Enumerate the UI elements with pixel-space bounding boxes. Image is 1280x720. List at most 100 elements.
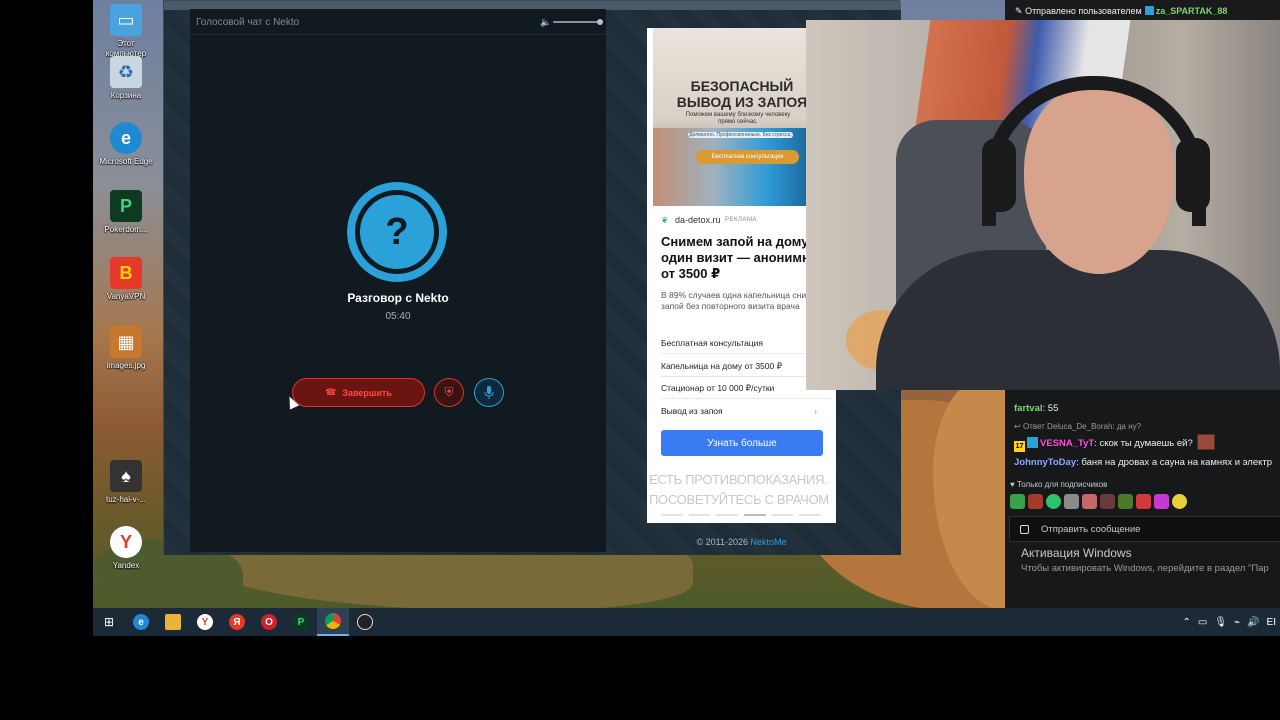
chat-message-input[interactable]: Отправить сообщение (1009, 516, 1280, 542)
chat-username[interactable]: fartval (1014, 403, 1043, 414)
emote-icon[interactable] (1064, 494, 1079, 509)
taskbar-pokerdom[interactable]: P (285, 608, 317, 636)
ad-link-withdrawal[interactable]: Вывод из запоя › (661, 400, 831, 422)
wifi-icon[interactable]: ⌁ (1234, 617, 1240, 628)
chat-username[interactable]: JohnnyToDay (1014, 457, 1076, 468)
emote-icon[interactable] (1028, 494, 1043, 509)
chat-settings-icon[interactable] (1020, 524, 1029, 534)
taskbar-yandex-browser[interactable]: Я (221, 608, 253, 636)
volume-icon[interactable]: 🔈 (540, 17, 551, 28)
chevron-up-icon[interactable]: ⌃ (1183, 617, 1191, 628)
taskbar-chrome[interactable] (317, 608, 349, 636)
chat-text: скок ты думаешь ей? (1099, 438, 1193, 449)
emote-icon[interactable] (1118, 494, 1133, 509)
windows-taskbar: ⊞ e Y Я O P ⌃ ▭ 🎙 ⌁ 🔊 EI (93, 608, 1280, 636)
copyright-text: © 2011-2026 (696, 537, 748, 547)
taskbar-yandex[interactable]: Y (189, 608, 221, 636)
ad-photo (653, 128, 806, 206)
windows-activation-subtitle: Чтобы активировать Windows, перейдите в … (1021, 563, 1269, 574)
learn-more-button[interactable]: Узнать больше (661, 430, 823, 456)
opera-icon: O (261, 614, 277, 630)
language-indicator[interactable]: EI (1267, 617, 1276, 628)
unknown-user-avatar: ? (347, 182, 447, 282)
chevron-right-icon: › (814, 406, 817, 416)
call-header: Голосовой чат с Nekto 🔈 (190, 9, 606, 35)
report-button[interactable]: ⛨ (434, 378, 464, 407)
volume-slider-track[interactable] (553, 21, 601, 23)
desktop-icon-pokerdom[interactable]: P Pokerdom... (97, 190, 155, 235)
microphone-button[interactable] (474, 378, 504, 407)
taskbar-explorer[interactable] (157, 608, 189, 636)
ad-label: РЕКЛАМА (725, 217, 757, 223)
emote-icon[interactable] (1082, 494, 1097, 509)
desktop-icon-tuz-hai[interactable]: ♠ tuz-hai-v-... (97, 460, 155, 505)
sent-by-username[interactable]: za_SPARTAK_88 (1156, 6, 1228, 16)
yandex-icon: Y (197, 614, 213, 630)
emote-icon[interactable] (1010, 494, 1025, 509)
end-call-button[interactable]: ☎ Завершить (292, 378, 425, 407)
desktop-icon-label: Корзина (110, 91, 142, 100)
carousel-dot[interactable] (771, 514, 794, 516)
desktop-icon-label: Microsoft Edge (99, 157, 153, 166)
chat-message: fartval: 55 (1014, 403, 1059, 414)
network-icon[interactable]: ▭ (1198, 617, 1207, 628)
carousel-dot[interactable] (688, 514, 711, 516)
heart-icon: ♥ (1010, 480, 1015, 489)
carousel-dot[interactable] (716, 514, 739, 516)
desktop-icons: ▭ Этот компьютер ♻ Корзина e Microsoft E… (93, 0, 163, 608)
chat-username[interactable]: VESNA_TyT (1040, 438, 1094, 449)
desktop-icon-label: VanyaVPN (106, 292, 146, 301)
taskbar-edge[interactable]: e (125, 608, 157, 636)
sent-by-prefix: Отправлено пользователем (1025, 6, 1142, 16)
emote-icon[interactable] (1136, 494, 1151, 509)
pokerdom-icon: P (110, 190, 142, 222)
sub-badge-icon: 17 (1014, 441, 1025, 452)
warning-line: ЕСТЬ ПРОТИВОПОКАЗАНИЯ. (649, 472, 828, 487)
volume-icon[interactable]: 🔊 (1247, 617, 1259, 628)
carousel-dot-active[interactable] (744, 514, 766, 516)
start-button[interactable]: ⊞ (93, 608, 125, 636)
desktop-icon-edge[interactable]: e Microsoft Edge (97, 122, 155, 167)
desktop-icon-images-jpg[interactable]: ▦ images.jpg (97, 326, 155, 371)
desktop-icon-vanyavpn[interactable]: B VanyaVPN (97, 257, 155, 302)
reply-text: Ответ Deluca_De_Borah: да ну? (1022, 422, 1142, 431)
headset-earcup (1176, 138, 1210, 212)
microphone-icon (484, 386, 494, 399)
chat-message: JohnnyToDay: баня на дровах а сауна на к… (1014, 457, 1273, 468)
pokerdom-icon: P (293, 614, 309, 630)
warning-line: ПОСОВЕТУЙТЕСЬ С ВРАЧОМ (649, 492, 829, 507)
taskbar-opera[interactable]: O (253, 608, 285, 636)
headset-earcup (982, 138, 1016, 212)
microphone-icon[interactable]: 🎙 (1214, 617, 1227, 628)
volume-slider-handle[interactable] (597, 19, 603, 25)
emote-row (1010, 494, 1187, 509)
call-title: Голосовой чат с Nekto (196, 17, 300, 28)
webcam-feed (806, 20, 1280, 390)
carousel-dot[interactable] (799, 514, 822, 516)
ad-banner-button[interactable]: Бесплатная консультация (696, 150, 799, 164)
leaf-icon: ❦ (661, 215, 669, 225)
emote-icon[interactable] (1046, 494, 1061, 509)
carousel-dot[interactable] (661, 514, 683, 516)
ad-domain[interactable]: da-detox.ru (675, 215, 721, 225)
hang-up-icon: ☎ (325, 387, 337, 397)
nektome-link[interactable]: NektoMe (751, 537, 787, 547)
system-tray: ⌃ ▭ 🎙 ⌁ 🔊 EI (1183, 608, 1280, 636)
desktop-icon-recycle-bin[interactable]: ♻ Корзина (97, 56, 155, 101)
playing-cards-icon: ♠ (110, 460, 142, 492)
ad-banner-image[interactable]: БЕЗОПАСНЫЙ ВЫВОД ИЗ ЗАПОЯ Поможем вашему… (653, 28, 806, 206)
screen: ▭ Этот компьютер ♻ Корзина e Microsoft E… (0, 0, 1280, 720)
desktop-icon-this-pc[interactable]: ▭ Этот компьютер (97, 4, 155, 59)
folder-icon (165, 614, 181, 630)
emote-icon[interactable] (1100, 494, 1115, 509)
desktop-icon-label: tuz-hai-v-... (105, 495, 146, 504)
desktop-icon-yandex[interactable]: Y Yandex (97, 526, 155, 571)
chat-text: баня на дровах а сауна на камнях и элект… (1081, 457, 1273, 468)
reply-icon: ↩ (1014, 422, 1021, 431)
taskbar-obs[interactable] (349, 608, 381, 636)
emote-icon[interactable] (1172, 494, 1187, 509)
emote-icon[interactable] (1154, 494, 1169, 509)
windows-activation-title: Активация Windows (1021, 546, 1132, 560)
windows-icon: ⊞ (103, 615, 115, 629)
desktop-icon-label: Yandex (112, 561, 140, 570)
